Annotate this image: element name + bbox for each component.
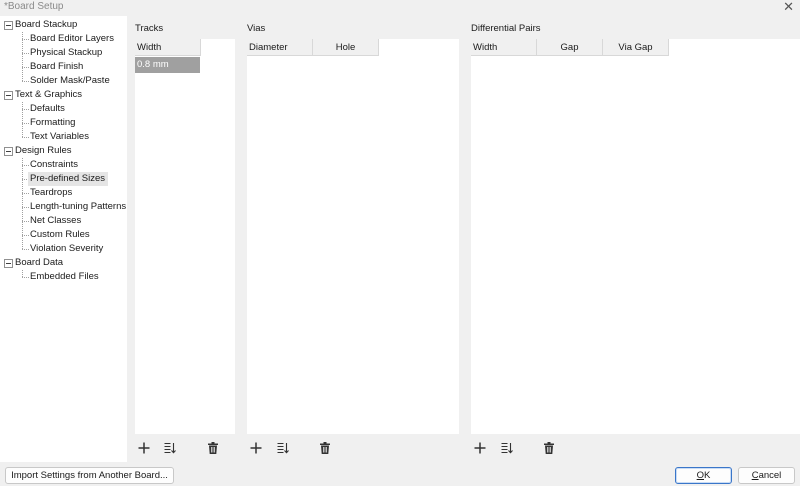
import-settings-button[interactable]: Import Settings from Another Board...	[5, 467, 174, 484]
tree-item-solder-mask-paste[interactable]: Solder Mask/Paste	[30, 74, 110, 88]
collapse-icon[interactable]	[4, 259, 13, 268]
tracks-grid[interactable]: Width 0.8 mm	[135, 39, 235, 434]
diff-pairs-add-button[interactable]	[472, 440, 488, 456]
vias-delete-button[interactable]	[317, 440, 333, 456]
tree-item-teardrops[interactable]: Teardrops	[30, 186, 72, 200]
tree-item-physical-stackup[interactable]: Physical Stackup	[30, 46, 102, 60]
dialog-footer: Import Settings from Another Board... OK…	[0, 462, 800, 486]
plus-icon	[138, 442, 150, 454]
diff-pairs-col-gap[interactable]: Gap	[537, 39, 603, 56]
tracks-col-width[interactable]: Width	[135, 39, 201, 56]
tree-item-text-variables[interactable]: Text Variables	[30, 130, 89, 144]
vias-col-diameter[interactable]: Diameter	[247, 39, 313, 56]
tree-group-board-data[interactable]: Board Data	[15, 256, 63, 270]
diff-pairs-grid[interactable]: Width Gap Via Gap	[471, 39, 800, 434]
sort-icon	[501, 442, 513, 454]
collapse-icon[interactable]	[4, 147, 13, 156]
diff-pairs-col-via-gap[interactable]: Via Gap	[603, 39, 669, 56]
diff-pairs-sort-button[interactable]	[499, 440, 515, 456]
vias-add-button[interactable]	[248, 440, 264, 456]
tracks-label: Tracks	[135, 23, 164, 34]
diff-pairs-label: Differential Pairs	[471, 23, 541, 34]
title-bar: *Board Setup ✕	[0, 0, 800, 16]
tracks-delete-button[interactable]	[205, 440, 221, 456]
sort-icon	[277, 442, 289, 454]
vias-grid[interactable]: Diameter Hole	[247, 39, 459, 434]
tree-item-net-classes[interactable]: Net Classes	[30, 214, 81, 228]
tree-item-custom-rules[interactable]: Custom Rules	[30, 228, 90, 242]
tree-item-length-tuning-patterns[interactable]: Length-tuning Patterns	[30, 200, 126, 214]
diff-pairs-col-width[interactable]: Width	[471, 39, 537, 56]
tree-item-formatting[interactable]: Formatting	[30, 116, 75, 130]
collapse-icon[interactable]	[4, 91, 13, 100]
ok-button[interactable]: OK	[675, 467, 732, 484]
plus-icon	[250, 442, 262, 454]
tree-item-violation-severity[interactable]: Violation Severity	[30, 242, 103, 256]
plus-icon	[474, 442, 486, 454]
tree-item-defaults[interactable]: Defaults	[30, 102, 65, 116]
tree-item-board-finish[interactable]: Board Finish	[30, 60, 83, 74]
tree-group-design-rules[interactable]: Design Rules	[15, 144, 72, 158]
tree-item-constraints[interactable]: Constraints	[30, 158, 78, 172]
settings-tree: Board Stackup Board Editor Layers Physic…	[0, 16, 127, 462]
tree-item-board-editor-layers[interactable]: Board Editor Layers	[30, 32, 114, 46]
window-title: *Board Setup	[4, 1, 64, 12]
vias-sort-button[interactable]	[275, 440, 291, 456]
tree-group-board-stackup[interactable]: Board Stackup	[15, 18, 77, 32]
collapse-icon[interactable]	[4, 21, 13, 30]
tree-group-text-graphics[interactable]: Text & Graphics	[15, 88, 82, 102]
tree-item-embedded-files[interactable]: Embedded Files	[30, 270, 99, 284]
trash-icon	[320, 442, 330, 454]
tracks-cell[interactable]: 0.8 mm	[135, 57, 200, 73]
trash-icon	[544, 442, 554, 454]
close-icon[interactable]: ✕	[783, 0, 794, 14]
vias-col-hole[interactable]: Hole	[313, 39, 379, 56]
trash-icon	[208, 442, 218, 454]
sort-icon	[164, 442, 176, 454]
tree-item-predefined-sizes[interactable]: Pre-defined Sizes	[28, 172, 108, 186]
cancel-button[interactable]: Cancel	[738, 467, 795, 484]
diff-pairs-delete-button[interactable]	[541, 440, 557, 456]
tracks-sort-button[interactable]	[162, 440, 178, 456]
vias-label: Vias	[247, 23, 266, 34]
tracks-add-button[interactable]	[136, 440, 152, 456]
